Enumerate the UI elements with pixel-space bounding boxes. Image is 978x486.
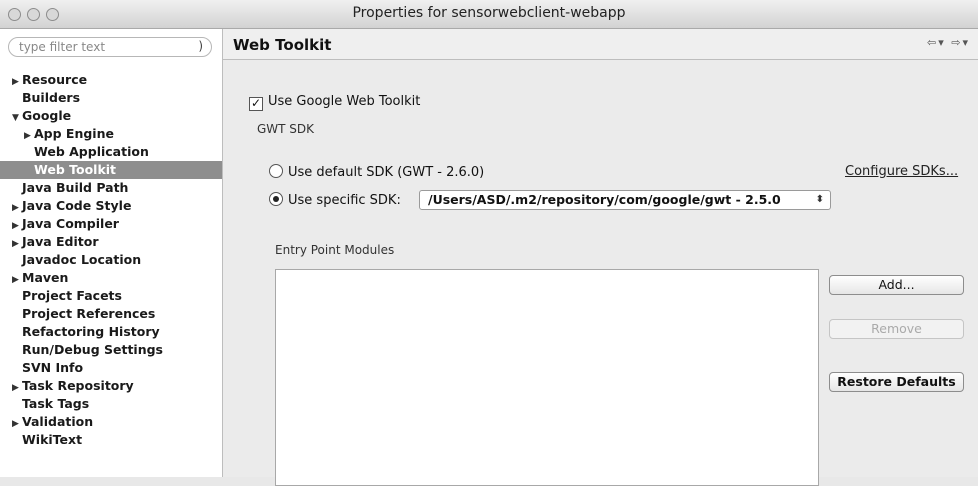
sidebar-item-project-references[interactable]: Project References <box>0 305 222 323</box>
sidebar-item-app-engine[interactable]: ▶ App Engine <box>0 125 222 143</box>
filter-input[interactable]: type filter text ) <box>8 37 212 57</box>
sidebar-item-project-facets[interactable]: Project Facets <box>0 287 222 305</box>
sidebar-item-resource[interactable]: ▶ Resource <box>0 71 222 89</box>
sdk-select[interactable]: /Users/ASD/.m2/repository/com/google/gwt… <box>419 190 831 210</box>
page-title: Web Toolkit <box>233 36 332 54</box>
radio-off-icon[interactable] <box>269 164 283 178</box>
sidebar-item-label: Java Code Style <box>22 198 132 213</box>
clear-filter-icon[interactable]: ) <box>198 39 203 53</box>
sidebar-item-run-debug-settings[interactable]: Run/Debug Settings <box>0 341 222 359</box>
window-title: Properties for sensorwebclient-webapp <box>352 5 626 21</box>
back-icon[interactable]: ⇦▾ <box>927 36 946 49</box>
restore-defaults-button[interactable]: Restore Defaults <box>829 372 964 392</box>
sidebar-item-label: WikiText <box>22 432 83 447</box>
sidebar-item-label: Project References <box>22 306 156 321</box>
sidebar-item-maven[interactable]: ▶ Maven <box>0 269 222 287</box>
sidebar-item-label: Resource <box>22 72 88 87</box>
sidebar-item-javadoc-location[interactable]: Javadoc Location <box>0 251 222 269</box>
radio-on-icon[interactable] <box>269 192 283 206</box>
sidebar-item-google[interactable]: ▼ Google <box>0 107 222 125</box>
remove-button[interactable]: Remove <box>829 319 964 339</box>
specific-sdk-radio[interactable]: Use specific SDK: <box>269 192 401 208</box>
sidebar-item-label: Java Build Path <box>22 180 129 195</box>
history-nav[interactable]: ⇦▾ ⇨▾ <box>927 36 970 49</box>
default-sdk-label: Use default SDK (GWT - 2.6.0) <box>288 165 485 180</box>
sidebar-item-label: Project Facets <box>22 288 122 303</box>
properties-panel: Web Toolkit ⇦▾ ⇨▾ ✓ Use Google Web Toolki… <box>223 29 978 486</box>
sidebar-item-label: Java Editor <box>22 234 99 249</box>
sidebar-item-task-repository[interactable]: ▶ Task Repository <box>0 377 222 395</box>
expanded-twisty-icon[interactable]: ▼ <box>12 109 22 127</box>
entry-point-modules-list[interactable] <box>275 269 819 486</box>
default-sdk-radio[interactable]: Use default SDK (GWT - 2.6.0) <box>269 164 484 180</box>
sidebar-item-label: SVN Info <box>22 360 84 375</box>
forward-icon[interactable]: ⇨▾ <box>951 36 970 49</box>
sidebar-item-web-application[interactable]: Web Application <box>0 143 222 161</box>
sidebar-item-label: Web Application <box>34 144 149 159</box>
checkmark-icon[interactable]: ✓ <box>249 97 263 111</box>
sidebar-item-java-editor[interactable]: ▶ Java Editor <box>0 233 222 251</box>
sidebar-item-label: Google <box>22 108 72 123</box>
sidebar-item-label: Validation <box>22 414 94 429</box>
sidebar-item-label: Javadoc Location <box>22 252 142 267</box>
select-arrows-icon: ⬍ <box>815 194 824 205</box>
title-bar: Properties for sensorwebclient-webapp <box>0 0 978 29</box>
use-gwt-label: Use Google Web Toolkit <box>268 94 421 109</box>
sidebar-item-label: Refactoring History <box>22 324 160 339</box>
entry-point-modules-label: Entry Point Modules <box>275 243 395 257</box>
sidebar-item-label: Java Compiler <box>22 216 119 231</box>
sidebar-item-label: Task Repository <box>22 378 134 393</box>
sidebar-item-refactoring-history[interactable]: Refactoring History <box>0 323 222 341</box>
sidebar-item-label: Maven <box>22 270 69 285</box>
preference-tree: ▶ Resource Builders ▼ Google ▶ App Engine Web A… <box>0 71 222 449</box>
sidebar-item-label: Builders <box>22 90 81 105</box>
sidebar-item-java-build-path[interactable]: Java Build Path <box>0 179 222 197</box>
specific-sdk-label: Use specific SDK: <box>288 193 401 208</box>
gwt-sdk-section-label: GWT SDK <box>257 122 315 136</box>
filter-placeholder: type filter text <box>19 40 106 54</box>
panel-header: Web Toolkit ⇦▾ ⇨▾ <box>223 29 978 60</box>
sidebar-item-task-tags[interactable]: Task Tags <box>0 395 222 413</box>
sidebar-item-label: Run/Debug Settings <box>22 342 163 357</box>
sidebar-item-builders[interactable]: Builders <box>0 89 222 107</box>
add-button[interactable]: Add... <box>829 275 964 295</box>
sidebar-item-wikitext[interactable]: WikiText <box>0 431 222 449</box>
sidebar-item-label: Web Toolkit <box>34 162 117 177</box>
sidebar-item-java-compiler[interactable]: ▶ Java Compiler <box>0 215 222 233</box>
use-gwt-checkbox[interactable]: ✓ Use Google Web Toolkit <box>249 94 420 111</box>
sidebar-item-label: App Engine <box>34 126 114 141</box>
sidebar-item-label: Task Tags <box>22 396 90 411</box>
configure-sdks-link[interactable]: Configure SDKs... <box>845 164 958 179</box>
preferences-sidebar: type filter text ) ▶ Resource Builders ▼ Goo… <box>0 29 223 477</box>
sidebar-item-svn-info[interactable]: SVN Info <box>0 359 222 377</box>
sdk-select-value: /Users/ASD/.m2/repository/com/google/gwt… <box>428 192 781 207</box>
sidebar-item-web-toolkit[interactable]: Web Toolkit <box>0 161 222 179</box>
sidebar-item-validation[interactable]: ▶ Validation <box>0 413 222 431</box>
sidebar-item-java-code-style[interactable]: ▶ Java Code Style <box>0 197 222 215</box>
